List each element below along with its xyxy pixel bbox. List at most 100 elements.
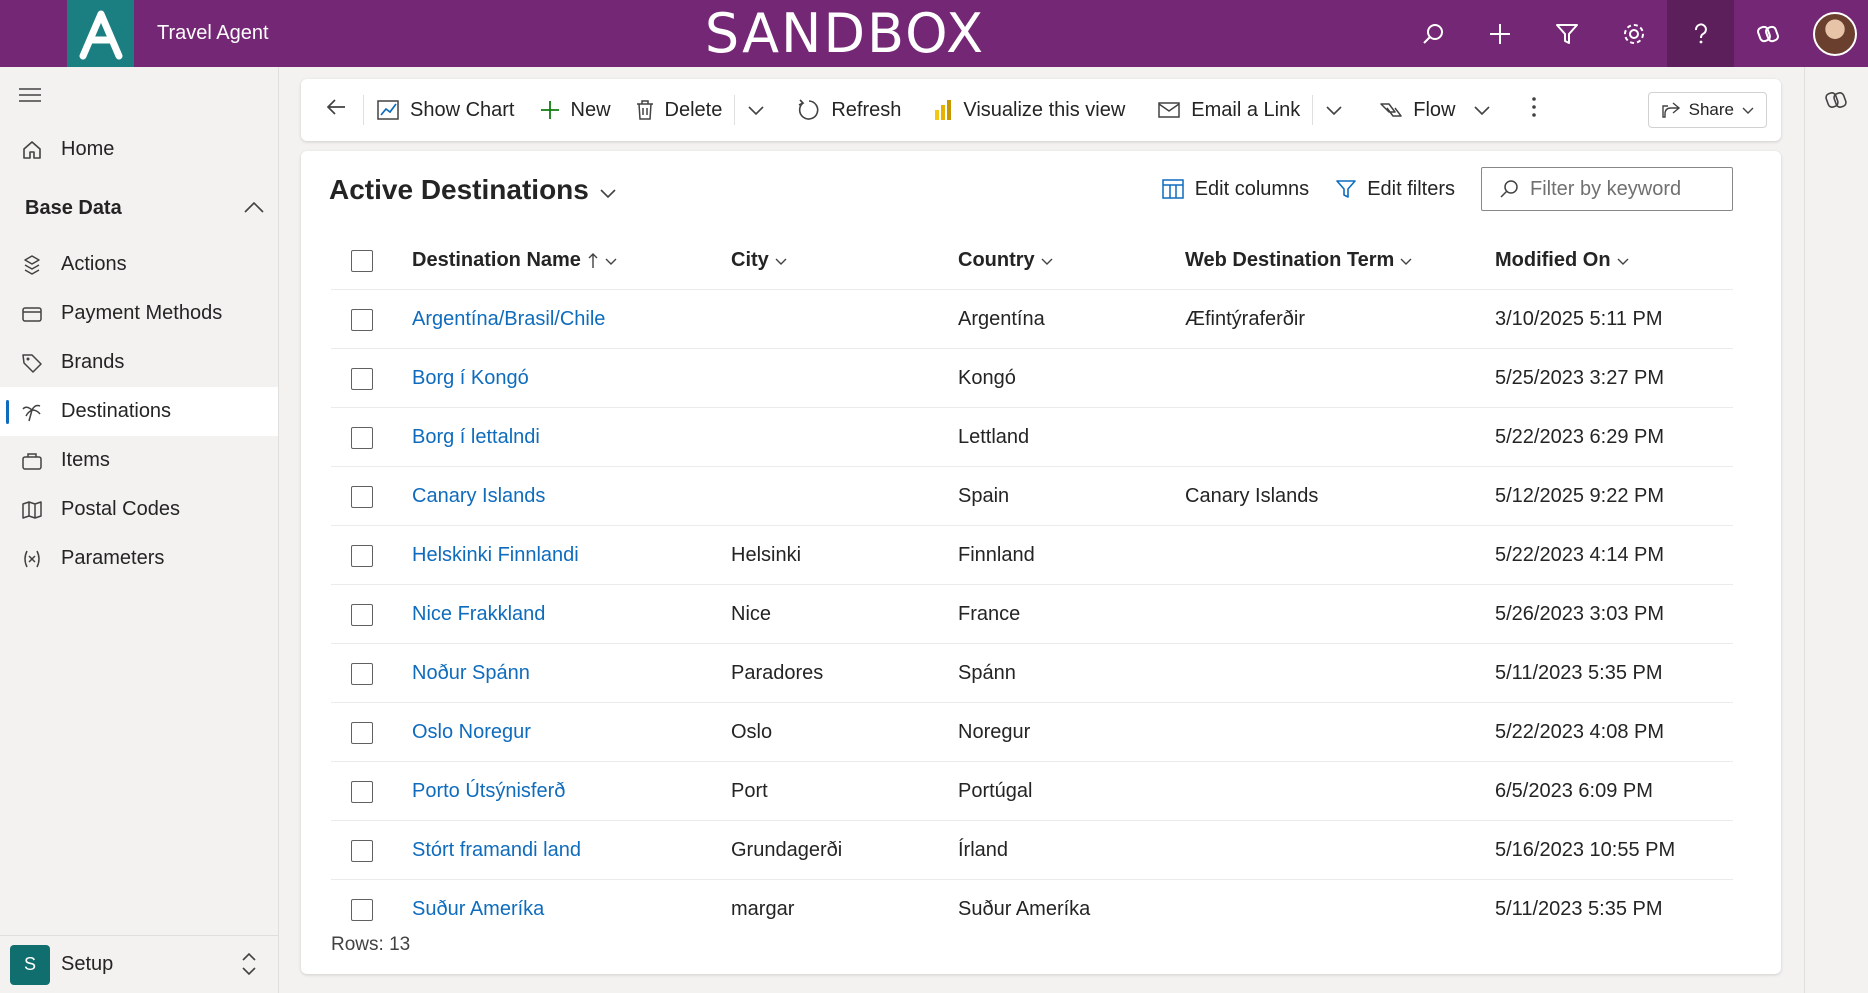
flow-button[interactable]: Flow: [1355, 79, 1503, 141]
table-row[interactable]: Canary Islands Spain Canary Islands 5/12…: [331, 467, 1733, 526]
destination-name-link[interactable]: Argentína/Brasil/Chile: [412, 290, 605, 349]
modified-on-cell: 5/25/2023 3:27 PM: [1495, 367, 1665, 389]
column-header-city[interactable]: City: [731, 231, 787, 290]
overflow-button[interactable]: [1503, 79, 1549, 141]
area-label: Setup: [61, 953, 114, 975]
help-icon[interactable]: [1667, 0, 1734, 67]
edit-filters-button[interactable]: Edit filters: [1335, 178, 1455, 201]
chevron-down-icon: [605, 257, 617, 265]
filter-icon[interactable]: [1533, 0, 1600, 67]
row-checkbox[interactable]: [351, 290, 373, 349]
row-checkbox[interactable]: [351, 880, 373, 921]
visualize-view-button[interactable]: Visualize this view: [913, 79, 1137, 141]
trash-icon: [635, 99, 655, 121]
show-chart-button[interactable]: Show Chart: [364, 79, 527, 141]
table-row[interactable]: Borg í Kongó Kongó 5/25/2023 3:27 PM: [331, 349, 1733, 408]
row-checkbox[interactable]: [351, 467, 373, 526]
sidebar-item-postal-codes[interactable]: Postal Codes: [0, 485, 278, 534]
modified-on-cell: 5/16/2023 10:55 PM: [1495, 839, 1676, 861]
sidebar-item-payment-methods[interactable]: Payment Methods: [0, 289, 278, 338]
share-icon: [1661, 101, 1681, 119]
row-checkbox[interactable]: [351, 585, 373, 644]
more-commands-dropdown[interactable]: [735, 79, 777, 141]
gear-icon[interactable]: [1600, 0, 1667, 67]
country-cell: Lettland: [958, 426, 1030, 448]
row-checkbox[interactable]: [351, 349, 373, 408]
destination-name-link[interactable]: Stórt framandi land: [412, 821, 581, 880]
modified-on-cell: 5/26/2023 3:03 PM: [1495, 603, 1665, 625]
row-checkbox[interactable]: [351, 703, 373, 762]
table-row[interactable]: Oslo Noregur Oslo Noregur 5/22/2023 4:08…: [331, 703, 1733, 762]
copilot-icon[interactable]: [1734, 0, 1801, 67]
table-row[interactable]: Borg í lettalndi Lettland 5/22/2023 6:29…: [331, 408, 1733, 467]
country-cell: France: [958, 603, 1021, 625]
destination-name-link[interactable]: Borg í lettalndi: [412, 408, 540, 467]
row-checkbox[interactable]: [351, 408, 373, 467]
column-header-modified-on[interactable]: Modified On: [1495, 231, 1629, 290]
more-vertical-icon: [1531, 96, 1537, 124]
destination-name-link[interactable]: Noður Spánn: [412, 644, 530, 703]
table-row[interactable]: Nice Frakkland Nice France 5/26/2023 3:0…: [331, 585, 1733, 644]
city-cell: Port: [731, 780, 768, 802]
sidebar-item-home[interactable]: Home: [0, 125, 278, 174]
sidebar-item-destinations[interactable]: Destinations: [0, 387, 278, 436]
share-button[interactable]: Share: [1647, 92, 1767, 128]
flow-icon: [1379, 100, 1403, 120]
row-checkbox[interactable]: [351, 526, 373, 585]
sidebar-item-brands[interactable]: Brands: [0, 338, 278, 387]
row-checkbox[interactable]: [351, 762, 373, 821]
sidebar-item-actions[interactable]: Actions: [0, 240, 278, 289]
table-row[interactable]: Helskinki Finnlandi Helsinki Finnland 5/…: [331, 526, 1733, 585]
table-row[interactable]: Noður Spánn Paradores Spánn 5/11/2023 5:…: [331, 644, 1733, 703]
new-label: New: [570, 98, 611, 121]
destination-name-link[interactable]: Oslo Noregur: [412, 703, 531, 762]
table-row[interactable]: Suður Ameríka margar Suður Ameríka 5/11/…: [331, 880, 1733, 921]
sidebar-item-parameters[interactable]: Parameters: [0, 534, 278, 583]
search-icon[interactable]: [1399, 0, 1466, 67]
email-link-button[interactable]: Email a Link: [1137, 79, 1312, 141]
email-link-dropdown[interactable]: [1313, 79, 1355, 141]
select-all-checkbox[interactable]: [351, 231, 373, 290]
top-bar: Travel Agent SANDBOX: [0, 0, 1868, 67]
table-row[interactable]: Stórt framandi land Grundagerði Írland 5…: [331, 821, 1733, 880]
area-switcher[interactable]: S Setup: [0, 935, 278, 993]
delete-label: Delete: [664, 98, 723, 121]
web-term-cell: Canary Islands: [1185, 485, 1319, 507]
destination-name-link[interactable]: Canary Islands: [412, 467, 545, 526]
chevron-down-icon: [1400, 257, 1412, 265]
sort-ascending-icon: [587, 252, 599, 270]
table-row[interactable]: Porto Útsýnisferð Port Portúgal 6/5/2023…: [331, 762, 1733, 821]
show-chart-label: Show Chart: [410, 98, 515, 121]
column-header-web-destination-term[interactable]: Web Destination Term: [1185, 231, 1412, 290]
view-selector[interactable]: Active Destinations: [329, 174, 617, 206]
chevron-down-icon: [1041, 257, 1053, 265]
row-checkbox[interactable]: [351, 821, 373, 880]
back-button[interactable]: [301, 79, 363, 141]
row-checkbox[interactable]: [351, 644, 373, 703]
chevron-down-icon: [747, 99, 765, 122]
filter-keyword-input[interactable]: Filter by keyword: [1481, 167, 1733, 211]
country-cell: Portúgal: [958, 780, 1033, 802]
column-header-destination-name[interactable]: Destination Name: [412, 231, 617, 290]
hamburger-icon[interactable]: [18, 87, 42, 108]
chevron-down-icon: [599, 174, 617, 206]
destination-name-link[interactable]: Porto Útsýnisferð: [412, 762, 565, 821]
destination-name-link[interactable]: Borg í Kongó: [412, 349, 529, 408]
column-header-country[interactable]: Country: [958, 231, 1053, 290]
chevron-up-icon: [243, 197, 265, 220]
avatar[interactable]: [1801, 0, 1868, 67]
destination-name-link[interactable]: Suður Ameríka: [412, 880, 544, 921]
table-row[interactable]: Argentína/Brasil/Chile Argentína Æfintýr…: [331, 290, 1733, 349]
refresh-button[interactable]: Refresh: [777, 79, 913, 141]
edit-columns-button[interactable]: Edit columns: [1161, 178, 1309, 201]
plus-icon[interactable]: [1466, 0, 1533, 67]
delete-button[interactable]: Delete: [623, 79, 735, 141]
new-button[interactable]: New: [527, 79, 623, 141]
destination-name-link[interactable]: Nice Frakkland: [412, 585, 545, 644]
destination-name-link[interactable]: Helskinki Finnlandi: [412, 526, 579, 585]
sidebar-item-items[interactable]: Items: [0, 436, 278, 485]
modified-on-cell: 3/10/2025 5:11 PM: [1495, 308, 1663, 330]
group-base-data[interactable]: Base Data: [25, 193, 265, 223]
area-badge: S: [10, 944, 50, 985]
copilot-icon[interactable]: [1823, 87, 1849, 118]
